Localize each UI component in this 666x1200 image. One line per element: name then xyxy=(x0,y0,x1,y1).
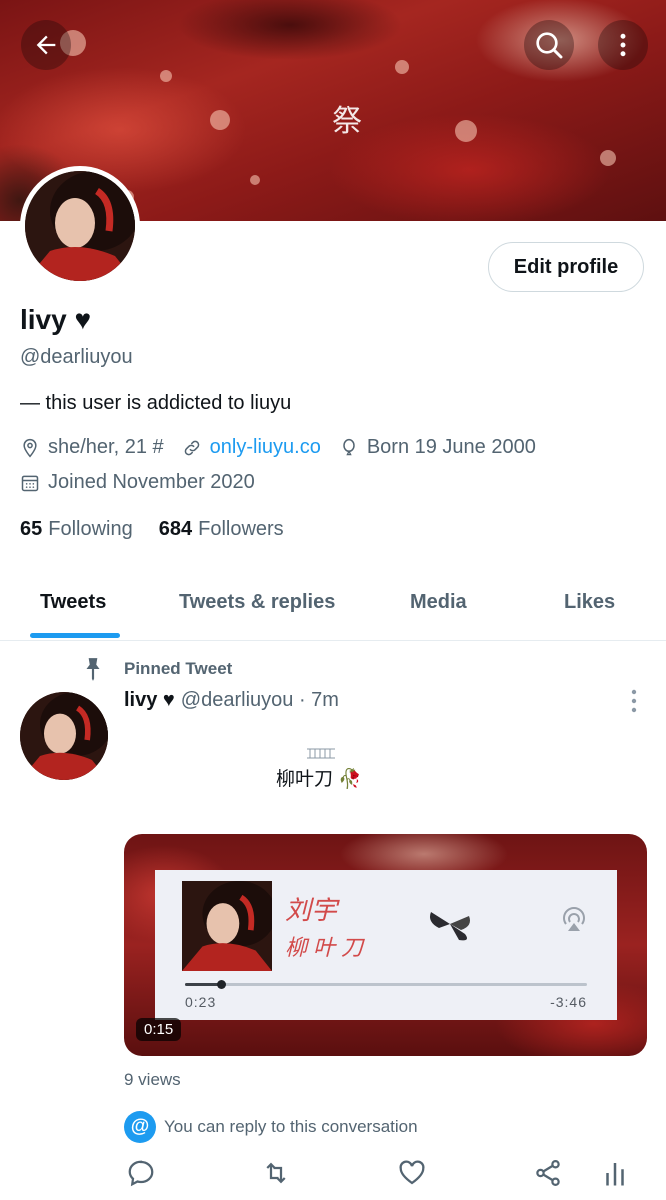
reply-icon[interactable] xyxy=(126,1158,156,1188)
profile-meta-row: she/her, 21 # only-liuyu.co Born 19 June… xyxy=(20,436,536,459)
airplay-icon[interactable] xyxy=(560,906,588,934)
profile-location: she/her, 21 # xyxy=(48,436,164,458)
analytics-icon[interactable] xyxy=(600,1158,630,1188)
edit-profile-button[interactable]: Edit profile xyxy=(488,242,644,292)
mention-icon: @ xyxy=(124,1111,156,1143)
decorative-lines-icon xyxy=(307,748,335,759)
tweet-text: 柳叶刀 🥀 xyxy=(276,769,362,790)
followers-count: 684 xyxy=(158,518,193,540)
video-duration-badge: 0:15 xyxy=(136,1018,182,1041)
pin-icon xyxy=(86,658,100,681)
profile-avatar[interactable] xyxy=(20,166,140,286)
more-vertical-icon xyxy=(620,33,626,57)
profile-tabs: Tweets Tweets & replies Media Likes xyxy=(0,582,666,641)
tweet-author-avatar[interactable] xyxy=(20,692,108,780)
album-cover xyxy=(182,881,272,971)
pinned-tweet-label: Pinned Tweet xyxy=(124,659,233,678)
search-button[interactable] xyxy=(524,20,574,70)
reply-restriction-note: @ You can reply to this conversation xyxy=(124,1111,418,1143)
tweet-text-block: 柳叶刀 🥀 xyxy=(276,748,362,791)
profile-counts: 65 Following 684 Followers xyxy=(20,518,284,541)
banner-glyph: 祭 xyxy=(332,104,362,139)
profile-joined: Joined November 2020 xyxy=(48,471,255,493)
tweet-author-name[interactable]: livy ♥ xyxy=(124,689,175,712)
balloon-icon xyxy=(343,438,355,455)
profile-bio: — this user is addicted to liuyu xyxy=(20,392,292,414)
music-player-card: 刘宇 柳叶刀 0:23 -3:46 xyxy=(155,870,617,1020)
more-vertical-icon xyxy=(631,689,637,713)
elapsed-time: 0:23 xyxy=(185,994,217,1010)
tab-media[interactable]: Media xyxy=(410,591,467,614)
share-icon[interactable] xyxy=(533,1158,563,1188)
profile-birthday: Born 19 June 2000 xyxy=(366,436,536,458)
followers-count-link[interactable]: 684 Followers xyxy=(159,518,284,541)
remaining-time: -3:46 xyxy=(550,994,587,1010)
tab-tweets[interactable]: Tweets xyxy=(40,591,106,614)
tweet-video[interactable]: 刘宇 柳叶刀 0:23 -3:46 0:15 xyxy=(124,834,647,1056)
following-count-link[interactable]: 65 Following xyxy=(20,518,133,541)
audio-progress-bar[interactable] xyxy=(185,980,587,989)
tweet-author-handle: @dearliuyou · 7m xyxy=(180,689,339,711)
tweet-views: 9 views xyxy=(124,1070,181,1089)
avatar-portrait-image xyxy=(20,692,108,780)
location-pin-icon xyxy=(23,438,37,457)
profile-handle: @dearliuyou xyxy=(20,346,133,368)
following-label: Following xyxy=(48,518,133,540)
album-cover-image xyxy=(182,881,272,971)
pinned-tweet-label-row: Pinned Tweet xyxy=(80,656,232,682)
tab-tweets-replies[interactable]: Tweets & replies xyxy=(179,591,335,614)
tab-likes[interactable]: Likes xyxy=(564,591,615,614)
profile-website-link[interactable]: only-liuyu.co xyxy=(210,436,321,459)
tweet-more-button[interactable] xyxy=(624,688,644,714)
audio-progress-fill xyxy=(185,983,222,986)
profile-name: livy ♥ xyxy=(20,304,92,335)
active-tab-indicator xyxy=(30,633,120,638)
more-options-button[interactable] xyxy=(598,20,648,70)
followers-label: Followers xyxy=(198,518,284,540)
reply-restriction-text: You can reply to this conversation xyxy=(164,1117,418,1136)
following-count: 65 xyxy=(20,518,43,540)
profile-joined-row: Joined November 2020 xyxy=(20,471,255,494)
calendar-icon xyxy=(21,475,39,491)
song-artist: 刘宇 xyxy=(285,896,338,926)
avatar-portrait-image xyxy=(25,171,135,281)
back-button[interactable] xyxy=(21,20,71,70)
like-icon[interactable] xyxy=(397,1158,427,1188)
search-icon xyxy=(536,32,563,59)
link-icon xyxy=(184,440,199,455)
song-title: 柳叶刀 xyxy=(285,936,370,961)
tweet-action-bar xyxy=(0,1158,666,1194)
tweet-header: livy ♥ @dearliuyou · 7m xyxy=(124,689,339,712)
retweet-icon[interactable] xyxy=(261,1158,291,1188)
audio-progress-knob[interactable] xyxy=(217,980,227,989)
butterfly-icon xyxy=(430,912,470,941)
back-arrow-icon xyxy=(36,35,56,55)
